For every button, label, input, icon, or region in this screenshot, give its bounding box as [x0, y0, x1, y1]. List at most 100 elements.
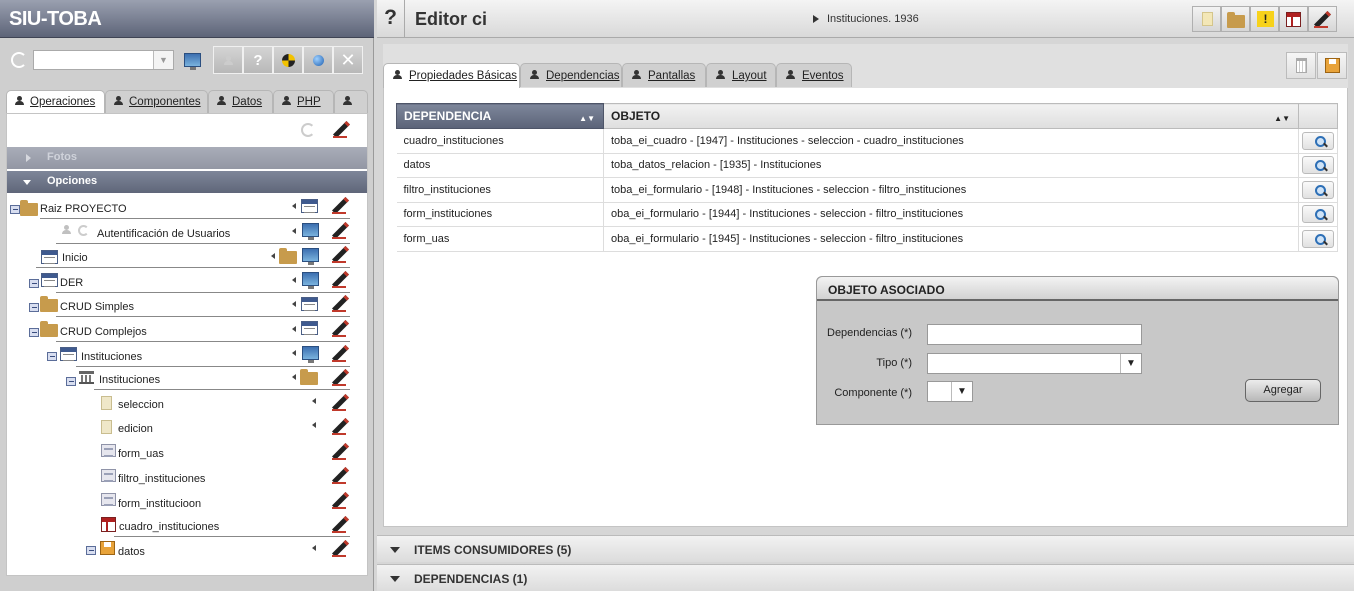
tab-propiedades-basicas[interactable]: Propiedades Básicas [383, 63, 520, 88]
collapse-icon[interactable] [10, 205, 20, 214]
search-button[interactable] [1302, 180, 1334, 199]
edit-icon[interactable] [331, 442, 349, 460]
chevron-left-icon[interactable] [289, 374, 296, 380]
collapse-icon[interactable] [29, 328, 39, 337]
save-button[interactable] [1317, 52, 1347, 79]
help-button[interactable]: ? [243, 46, 273, 74]
chevron-down-icon[interactable]: ▼ [1120, 354, 1141, 373]
edit-icon[interactable] [331, 466, 349, 484]
chevron-left-icon[interactable] [289, 203, 296, 209]
project-select[interactable]: ▼ [33, 50, 174, 70]
edit-icon[interactable] [331, 319, 349, 337]
chevron-down-icon[interactable]: ▼ [951, 382, 972, 401]
tab-componentes[interactable]: Componentes [105, 90, 208, 113]
close-button[interactable]: ✕ [333, 46, 363, 74]
tree-item[interactable]: form_institucioon [118, 498, 298, 512]
tipo-select[interactable]: ▼ [927, 353, 1142, 374]
edit-icon[interactable] [331, 368, 349, 386]
edit-icon[interactable] [331, 221, 349, 239]
edit-icon[interactable] [331, 515, 349, 533]
form-icon [101, 444, 116, 457]
section-opciones[interactable]: Opciones [7, 171, 367, 193]
expand-icon[interactable] [29, 303, 39, 312]
tree-item[interactable]: datos [118, 546, 298, 560]
edit-icon[interactable] [331, 393, 349, 411]
tab-layout[interactable]: Layout [706, 63, 776, 87]
chevron-left-icon[interactable] [289, 228, 296, 234]
chevron-left-icon[interactable] [289, 350, 296, 356]
tab-dependencias[interactable]: Dependencias [520, 63, 622, 87]
collapse-icon[interactable] [66, 377, 76, 386]
tab-pantallas[interactable]: Pantallas [622, 63, 706, 87]
refresh-icon[interactable] [11, 52, 27, 68]
dependencias-label: Dependencias (*) [827, 327, 912, 339]
folder-button[interactable] [1221, 6, 1250, 32]
edit-icon[interactable] [331, 491, 349, 509]
chevron-left-icon[interactable] [309, 545, 316, 551]
table-row[interactable]: form_instituciones oba_ei_formulario - [1… [396, 202, 1338, 227]
search-button[interactable] [1302, 229, 1334, 248]
tab-eventos[interactable]: Eventos [776, 63, 852, 87]
add-button[interactable]: Agregar [1245, 379, 1321, 402]
tab-operaciones[interactable]: Operaciones [6, 90, 105, 114]
tab-php[interactable]: PHP [273, 90, 334, 113]
new-file-button[interactable] [1192, 6, 1221, 32]
edit-button[interactable] [1308, 6, 1337, 32]
breadcrumb[interactable]: Instituciones. 1936 [813, 13, 919, 25]
dependencias-input[interactable] [927, 324, 1142, 345]
sort-icon[interactable]: ▲▼ [1274, 114, 1290, 123]
items-consumidores-bar[interactable]: ITEMS CONSUMIDORES (5) [377, 535, 1354, 562]
expand-icon[interactable] [86, 546, 96, 555]
tree-item[interactable]: seleccion [118, 399, 298, 413]
delete-button[interactable] [1286, 52, 1316, 79]
tree-item[interactable]: form_uas [118, 448, 298, 462]
edit-icon[interactable] [332, 120, 350, 138]
tab-label: Layout [732, 70, 767, 82]
edit-icon[interactable] [331, 417, 349, 435]
tree-item[interactable]: edicion [118, 423, 298, 437]
edit-icon[interactable] [331, 344, 349, 362]
section-fotos[interactable]: Fotos [7, 147, 367, 169]
dependencias-bar[interactable]: DEPENDENCIAS (1) [377, 564, 1354, 591]
chevron-left-icon[interactable] [289, 277, 296, 283]
tree-item[interactable]: filtro_instituciones [118, 473, 298, 487]
help-button[interactable]: ? [377, 0, 405, 38]
test-button[interactable] [273, 46, 303, 74]
chevron-left-icon[interactable] [309, 398, 316, 404]
tab-extra[interactable] [334, 90, 368, 113]
edit-icon[interactable] [331, 539, 349, 557]
globe-button[interactable] [303, 46, 333, 74]
collapse-icon[interactable] [47, 352, 57, 361]
edit-icon[interactable] [331, 245, 349, 263]
grid-button[interactable] [1279, 6, 1308, 32]
warning-button[interactable]: ! [1250, 6, 1279, 32]
componente-select[interactable]: ▼ [927, 381, 973, 402]
monitor-icon [302, 346, 319, 363]
column-header-dependencia[interactable]: DEPENDENCIA ▲▼ [396, 103, 604, 129]
chevron-left-icon[interactable] [289, 326, 296, 332]
column-header-objeto[interactable]: OBJETO ▲▼ [603, 103, 1299, 129]
table-row[interactable]: datos toba_datos_relacion - [1935] - Inst… [396, 153, 1338, 178]
search-button[interactable] [1302, 156, 1334, 175]
edit-icon[interactable] [331, 270, 349, 288]
cell-actions [1298, 177, 1338, 203]
chevron-left-icon[interactable] [309, 422, 316, 428]
tree-item[interactable]: cuadro_instituciones [114, 515, 350, 537]
tab-datos[interactable]: Datos [208, 90, 273, 113]
chevron-down-icon[interactable]: ▼ [153, 51, 173, 69]
table-row[interactable]: filtro_instituciones toba_ei_formulario -… [396, 177, 1338, 203]
user-button[interactable] [213, 46, 243, 74]
sort-icon[interactable]: ▲▼ [579, 114, 595, 123]
table-row[interactable]: form_uas oba_ei_formulario - [1945] - Ins… [396, 226, 1338, 252]
chevron-left-icon[interactable] [289, 301, 296, 307]
edit-icon[interactable] [331, 294, 349, 312]
datos-icon [100, 541, 115, 555]
sync-icon[interactable] [301, 123, 315, 137]
monitor-icon[interactable] [184, 53, 201, 70]
chevron-left-icon[interactable] [268, 253, 275, 259]
search-button[interactable] [1302, 205, 1334, 224]
expand-icon[interactable] [29, 279, 39, 288]
search-button[interactable] [1302, 131, 1334, 150]
table-row[interactable]: cuadro_instituciones toba_ei_cuadro - [19… [396, 128, 1338, 154]
edit-icon[interactable] [331, 196, 349, 214]
